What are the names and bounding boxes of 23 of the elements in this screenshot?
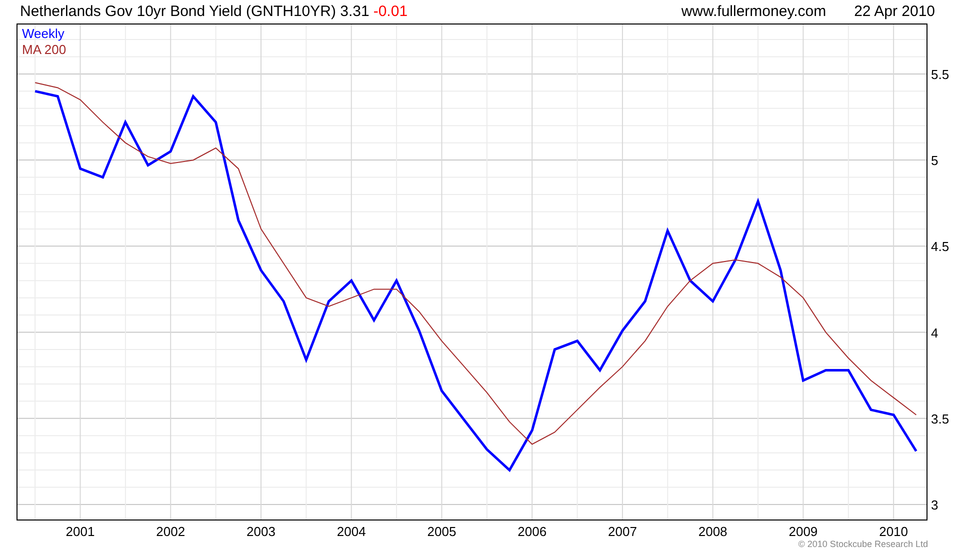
x-axis-label: 2001 — [66, 524, 95, 539]
x-axis-label: 2009 — [788, 524, 818, 539]
copyright-text: © 2010 Stockcube Research Ltd — [798, 538, 928, 551]
change-value: -0.01 — [373, 4, 408, 18]
y-axis-label: 4.5 — [931, 239, 950, 254]
x-axis-label: 2006 — [518, 524, 547, 539]
x-axis-label: 2004 — [336, 524, 366, 539]
y-axis-label: 3.5 — [931, 411, 950, 426]
legend-label: MA 200 — [22, 42, 66, 57]
chart-title: Netherlands Gov 10yr Bond Yield (GNTH10YR) 3.31 — [20, 4, 370, 18]
y-axis-label: 5.5 — [931, 66, 950, 82]
y-axis-label: 3 — [931, 498, 938, 512]
x-axis-label: 2005 — [427, 524, 456, 539]
y-axis-label: 4 — [931, 325, 938, 340]
x-axis-label: 2002 — [156, 524, 186, 539]
x-axis-label: 2010 — [879, 524, 908, 539]
chart-date: 22 Apr 2010 — [854, 4, 935, 18]
site-url: www.fullermoney.com — [681, 4, 826, 18]
x-axis-label: 2007 — [608, 524, 637, 539]
y-axis-label: 5 — [931, 153, 938, 168]
legend-label: Weekly — [22, 26, 64, 41]
x-axis-label: 2003 — [246, 524, 276, 539]
x-axis-label: 2008 — [698, 524, 728, 539]
